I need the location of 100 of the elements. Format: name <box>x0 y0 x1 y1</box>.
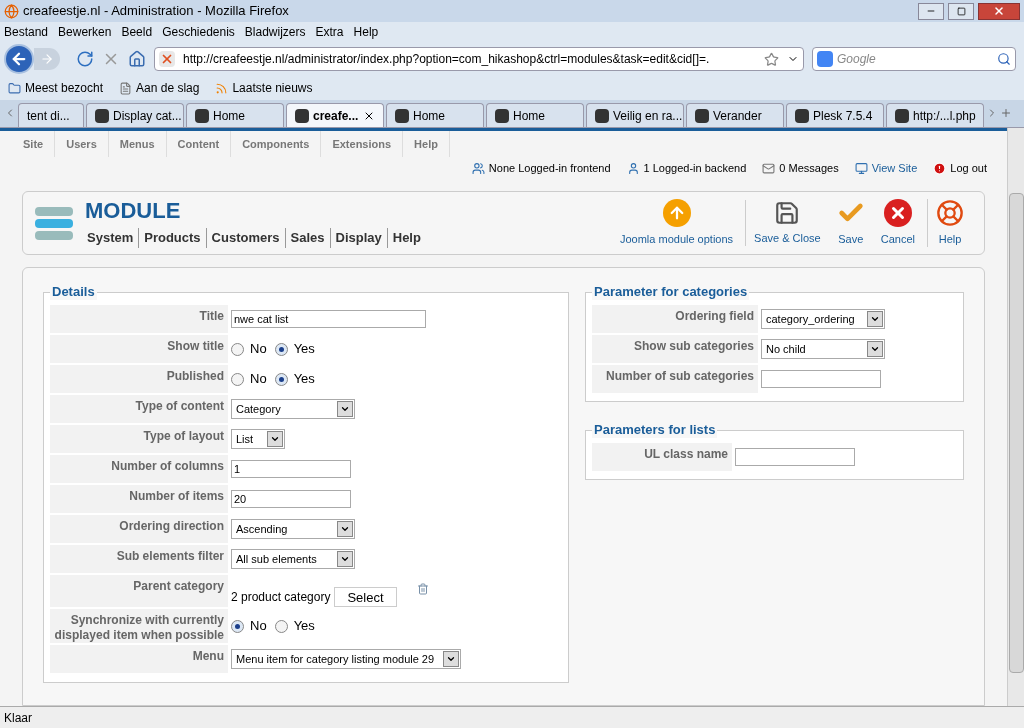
help-icon <box>936 198 964 227</box>
save-icon <box>774 199 801 226</box>
logout-link[interactable]: Log out <box>950 159 987 177</box>
mail-icon <box>762 161 776 175</box>
admin-menu-item[interactable]: Help <box>403 131 450 157</box>
radio-button[interactable] <box>274 372 288 386</box>
radio-button[interactable] <box>274 342 288 356</box>
menu-item[interactable]: Bewerken <box>58 23 112 41</box>
text-field[interactable]: 20 <box>231 490 351 508</box>
submenu-link[interactable]: System <box>85 228 139 248</box>
text-field[interactable]: nwe cat list <box>231 310 426 328</box>
field-label: Published <box>50 365 228 393</box>
dropdown-icon <box>270 434 280 444</box>
fieldset-legend: Details <box>50 284 97 300</box>
select-field[interactable]: No child <box>761 339 885 359</box>
select-field[interactable]: Ascending <box>231 519 355 539</box>
menu-item[interactable]: Geschiedenis <box>162 23 235 41</box>
admin-menu-item[interactable]: Users <box>55 131 109 157</box>
menu-item[interactable]: Extra <box>315 23 344 41</box>
close-icon <box>993 5 1005 17</box>
back-button[interactable] <box>4 44 34 74</box>
field-label: Ordering field <box>592 305 758 333</box>
view-site-link[interactable]: View Site <box>871 159 918 177</box>
menu-item[interactable]: Beeld <box>121 23 153 41</box>
maximize-icon <box>956 6 966 16</box>
fieldset-legend: Parameter for categories <box>592 284 750 300</box>
field-label: Number of sub categories <box>592 365 758 393</box>
toolbar-button[interactable]: Save & Close <box>745 199 829 247</box>
browser-tab[interactable]: Home <box>186 103 284 127</box>
close-button[interactable] <box>978 2 1020 20</box>
maximize-button[interactable] <box>948 2 974 20</box>
status-text: 0 Messages <box>779 160 839 176</box>
bookmark-link[interactable]: Meest bezocht <box>25 79 104 97</box>
field-label: Show title <box>50 335 228 363</box>
text-field[interactable] <box>735 448 855 466</box>
dropdown-icon <box>446 654 457 664</box>
scrollbar[interactable] <box>1007 128 1024 706</box>
browser-tab[interactable]: creafe... <box>286 103 384 127</box>
submenu-link[interactable]: Customers <box>205 228 285 248</box>
menu-item[interactable]: Help <box>353 23 379 41</box>
select-field[interactable]: Menu item for category listing module 29 <box>231 649 462 669</box>
text-field[interactable] <box>761 370 881 388</box>
field-label: Number of columns <box>50 455 228 483</box>
forward-arrow-icon <box>40 52 54 66</box>
submenu-link[interactable]: Display <box>329 228 387 248</box>
submenu-link[interactable]: Sales <box>284 228 330 248</box>
select-field[interactable]: All sub elements <box>231 549 355 569</box>
reload-icon[interactable] <box>76 50 94 68</box>
submenu-link[interactable]: Products <box>138 228 206 248</box>
fieldset-legend: Parameters for lists <box>592 422 718 438</box>
bookmark-link[interactable]: Aan de slag <box>136 79 200 97</box>
field-label: Show sub categories <box>592 335 758 363</box>
dropdown-icon <box>340 524 350 534</box>
browser-tab[interactable]: Verander <box>686 103 784 127</box>
toolbar-button[interactable]: Help <box>927 198 972 248</box>
monitor-icon <box>854 161 868 175</box>
status-text: 1 Logged-in backend <box>643 160 747 176</box>
dropdown-icon <box>340 404 350 414</box>
address-field[interactable]: http://creafeestje.nl/administrator/index.php?option=com_hikashop&ctrl=modules&task=edit&cid[]=. <box>154 47 804 71</box>
admin-menu-item[interactable]: Extensions <box>321 131 404 157</box>
toolbar-button[interactable]: Joomla module options <box>611 198 742 248</box>
browser-tab[interactable]: http:/...l.php <box>886 103 984 127</box>
toolbar-button[interactable]: Cancel <box>872 198 923 248</box>
radio-button[interactable] <box>231 619 244 633</box>
select-field[interactable]: category_ordering <box>761 309 885 329</box>
toolbar-button[interactable]: Save <box>828 198 873 248</box>
browser-tab[interactable]: Plesk 7.5.4 <box>786 103 884 127</box>
browser-tab[interactable]: Home <box>386 103 484 127</box>
search-field[interactable]: Google <box>812 47 1016 71</box>
trash-icon[interactable] <box>416 583 429 595</box>
admin-menu-item[interactable]: Menus <box>108 131 167 157</box>
select-button[interactable]: Select <box>334 587 397 607</box>
submenu-link[interactable]: Help <box>386 228 426 248</box>
folder-icon <box>8 81 21 95</box>
minimize-button[interactable] <box>918 2 944 20</box>
admin-menu-item[interactable]: Content <box>166 131 232 157</box>
select-field[interactable]: List <box>231 429 285 449</box>
new-tab-icon[interactable] <box>1000 107 1012 119</box>
star-icon[interactable] <box>764 51 779 67</box>
browser-tab[interactable]: Display cat... <box>86 103 184 127</box>
browser-tab[interactable]: tent di... <box>18 103 84 127</box>
radio-label: No <box>250 340 267 359</box>
radio-button[interactable] <box>274 619 288 633</box>
menu-item[interactable]: Bladwijzers <box>244 23 306 41</box>
radio-label: Yes <box>293 340 315 359</box>
bookmark-link[interactable]: Laatste nieuws <box>232 79 313 97</box>
admin-menu-item[interactable]: Site <box>12 131 56 157</box>
select-field[interactable]: Category <box>231 399 355 419</box>
browser-tab[interactable]: Home <box>486 103 584 127</box>
user-icon <box>626 161 640 175</box>
admin-menu-item[interactable]: Components <box>231 131 322 157</box>
radio-button[interactable] <box>231 372 244 386</box>
browser-tab[interactable]: Veilig en ra... <box>586 103 684 127</box>
home-icon[interactable] <box>128 50 146 68</box>
radio-label: Yes <box>293 617 315 636</box>
search-icon[interactable] <box>997 52 1011 66</box>
text-field[interactable]: 1 <box>231 460 351 478</box>
radio-button[interactable] <box>231 342 244 356</box>
logout-icon <box>933 161 947 175</box>
menu-item[interactable]: Bestand <box>4 23 49 41</box>
